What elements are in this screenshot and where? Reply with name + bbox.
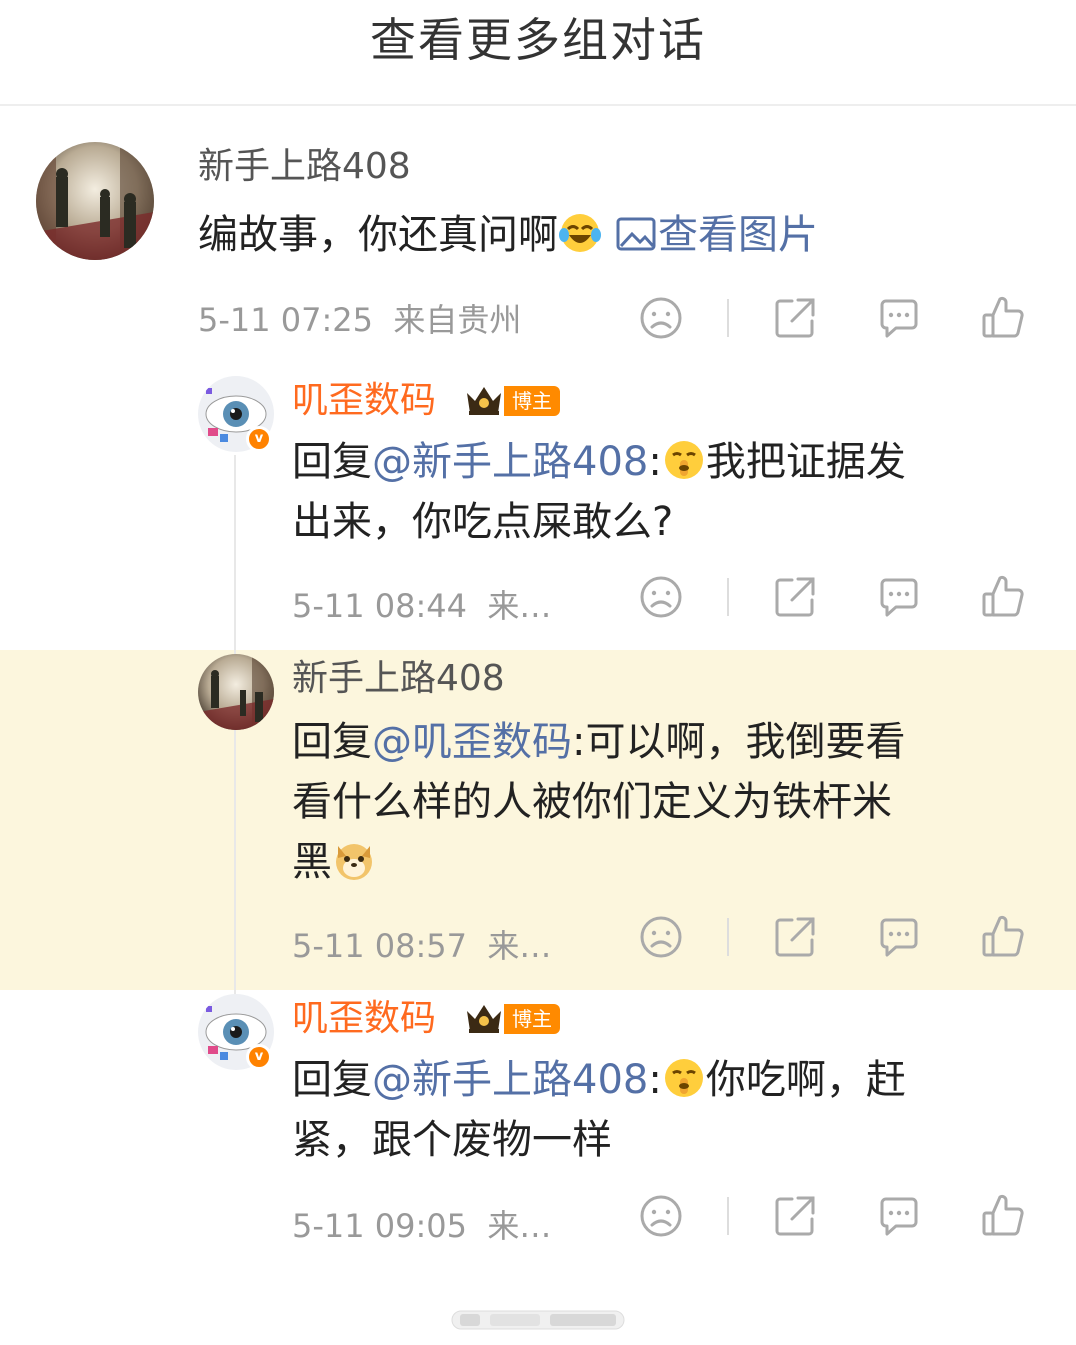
comment-meta: 5-11 07:25 来自贵州 bbox=[198, 300, 521, 340]
comment-time: 5-11 08:44 bbox=[292, 587, 468, 625]
comment-time: 5-11 07:25 bbox=[198, 301, 374, 339]
comment-source: 来… bbox=[487, 587, 552, 625]
reply-colon: : bbox=[648, 1057, 662, 1103]
comment-source: 来… bbox=[487, 927, 552, 965]
action-divider bbox=[727, 918, 729, 956]
comment-body-line: 出来，你吃点屎敢么? bbox=[292, 499, 674, 545]
dialog-header: 查看更多组对话 bbox=[0, 0, 1076, 106]
sad-face-icon[interactable] bbox=[636, 1191, 686, 1241]
comment-icon[interactable] bbox=[874, 912, 924, 962]
mention-link[interactable]: @叽歪数码 bbox=[372, 719, 572, 765]
like-icon[interactable] bbox=[978, 912, 1028, 962]
comment-text: 回复@叽歪数码:可以啊，我倒要看看什么样的人被你们定义为铁杆米黑 bbox=[292, 712, 1032, 892]
comment-time: 5-11 09:05 bbox=[292, 1207, 468, 1245]
share-icon[interactable] bbox=[770, 1191, 820, 1241]
shush-icon bbox=[662, 438, 706, 482]
share-icon[interactable] bbox=[770, 293, 820, 343]
share-icon[interactable] bbox=[770, 912, 820, 962]
blogger-badge: 博主 bbox=[504, 1004, 560, 1034]
sad-face-icon[interactable] bbox=[636, 293, 686, 343]
view-image-link[interactable]: 查看图片 bbox=[658, 212, 818, 258]
crown-icon bbox=[464, 1001, 504, 1035]
mention-link[interactable]: @新手上路408 bbox=[372, 1057, 648, 1103]
verified-badge: v bbox=[246, 426, 272, 452]
verified-badge: v bbox=[246, 1044, 272, 1070]
like-icon[interactable] bbox=[978, 1191, 1028, 1241]
comment-icon[interactable] bbox=[874, 1191, 924, 1241]
reply-prefix: 回复 bbox=[292, 1057, 372, 1103]
comment-meta: 5-11 08:57 来… bbox=[292, 926, 551, 966]
shush-icon bbox=[662, 1056, 706, 1100]
laugh-cry-icon bbox=[558, 211, 602, 255]
doge-icon bbox=[332, 838, 376, 882]
guards-photo-avatar-icon bbox=[36, 142, 154, 260]
comment-time: 5-11 08:57 bbox=[292, 927, 468, 965]
comment-username[interactable]: 新手上路408 bbox=[198, 144, 411, 190]
comment-username[interactable]: 新手上路408 bbox=[292, 656, 505, 702]
comment-text: 回复@新手上路408: 你吃啊，赶紧，跟个废物一样 bbox=[292, 1050, 1032, 1170]
comment-source: 来… bbox=[487, 1207, 552, 1245]
comment-text: 编故事，你还真问啊 查看图片 bbox=[198, 205, 818, 265]
comment-body: 编故事，你还真问啊 bbox=[198, 212, 558, 258]
picture-icon bbox=[616, 209, 656, 251]
comment-source: 来自贵州 bbox=[393, 301, 522, 339]
comment-icon[interactable] bbox=[874, 572, 924, 622]
comment-body: 我把证据发 bbox=[705, 439, 906, 485]
action-divider bbox=[727, 299, 729, 337]
action-divider bbox=[727, 1197, 729, 1235]
like-icon[interactable] bbox=[978, 572, 1028, 622]
mention-link[interactable]: @新手上路408 bbox=[372, 439, 648, 485]
crown-icon bbox=[464, 383, 504, 417]
sad-face-icon[interactable] bbox=[636, 912, 686, 962]
avatar[interactable] bbox=[198, 654, 274, 730]
reply-prefix: 回复 bbox=[292, 439, 372, 485]
comment-body-line: 看什么样的人被你们定义为铁杆米 bbox=[292, 779, 892, 825]
comment-body-line: 紧，跟个废物一样 bbox=[292, 1117, 612, 1163]
avatar[interactable] bbox=[36, 142, 154, 260]
comment-body: 你吃啊，赶 bbox=[705, 1057, 906, 1103]
home-indicator bbox=[451, 1310, 625, 1330]
action-divider bbox=[727, 578, 729, 616]
sad-face-icon[interactable] bbox=[636, 572, 686, 622]
comment-meta: 5-11 08:44 来… bbox=[292, 586, 551, 626]
comment-meta: 5-11 09:05 来… bbox=[292, 1206, 551, 1246]
page-title: 查看更多组对话 bbox=[370, 13, 706, 67]
blogger-badge: 博主 bbox=[504, 386, 560, 416]
comment-username[interactable]: 叽歪数码 bbox=[292, 378, 436, 424]
comment-text: 回复@新手上路408: 我把证据发 出来，你吃点屎敢么? bbox=[292, 432, 1032, 552]
reply-colon: : bbox=[572, 719, 586, 765]
reply-colon: : bbox=[648, 439, 662, 485]
reply-prefix: 回复 bbox=[292, 719, 372, 765]
comment-body: 可以啊，我倒要看 bbox=[585, 719, 906, 765]
guards-photo-avatar-icon bbox=[198, 654, 274, 730]
comment-username[interactable]: 叽歪数码 bbox=[292, 996, 436, 1042]
share-icon[interactable] bbox=[770, 572, 820, 622]
comment-icon[interactable] bbox=[874, 293, 924, 343]
like-icon[interactable] bbox=[978, 293, 1028, 343]
comment-body-line: 黑 bbox=[292, 839, 332, 885]
